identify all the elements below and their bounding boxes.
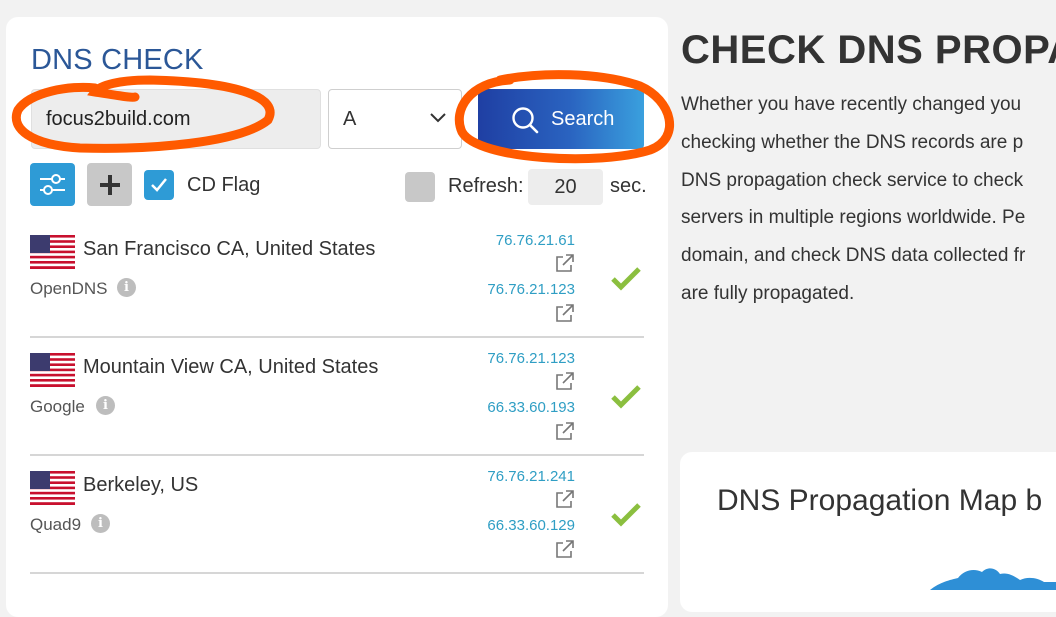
checkmark-icon [151,178,167,192]
sliders-icon [40,174,65,195]
location-name: Mountain View CA, United States [83,356,379,378]
us-flag-icon [30,235,75,269]
external-link-icon[interactable] [555,490,574,509]
ip-address-link[interactable]: 76.76.21.123 [487,350,575,367]
ip-address-link[interactable]: 76.76.21.61 [496,232,575,249]
article-line: Whether you have recently changed you [681,94,1022,115]
location-name: San Francisco CA, United States [83,238,376,260]
plus-icon [100,175,120,195]
panel-title: DNS CHECK [31,44,204,76]
search-button-label: Search [551,108,615,130]
refresh-label: Refresh: [448,175,524,197]
domain-input[interactable] [31,89,321,149]
check-icon [611,267,641,291]
external-link-icon[interactable] [555,540,574,559]
article-line: are fully propagated. [681,283,855,304]
article-heading: CHECK DNS PROPAG [681,28,1056,72]
article-line: DNS propagation check service to check [681,170,1024,191]
result-row: San Francisco CA, United States OpenDNS … [30,220,644,338]
refresh-interval-input[interactable]: 20 [528,169,603,205]
add-button[interactable] [87,163,132,206]
check-icon [611,385,641,409]
result-row: Mountain View CA, United States Google i… [30,338,644,456]
refresh-checkbox[interactable] [405,172,435,202]
seconds-label: sec. [610,175,647,197]
info-icon[interactable]: i [117,278,136,297]
row-divider [30,572,644,574]
record-type-select[interactable]: A [328,89,462,149]
ip-address-link[interactable]: 76.76.21.123 [487,281,575,298]
result-row: Berkeley, US Quad9 i 76.76.21.241 66.33.… [30,456,644,574]
search-button[interactable]: Search [478,89,644,149]
cd-flag-label: CD Flag [187,174,261,196]
external-link-icon[interactable] [555,372,574,391]
search-icon [512,107,539,134]
article-line: servers in multiple regions worldwide. P… [681,207,1026,228]
ip-address-link[interactable]: 76.76.21.241 [487,468,575,485]
us-flag-icon [30,471,75,505]
dns-check-panel: DNS CHECK A Search CD Flag [6,17,668,617]
external-link-icon[interactable] [555,254,574,273]
chevron-down-icon [430,113,446,123]
settings-button[interactable] [30,163,75,206]
info-icon[interactable]: i [91,514,110,533]
article-line: checking whether the DNS records are p [681,132,1024,153]
ip-address-link[interactable]: 66.33.60.193 [487,399,575,416]
provider-name: Quad9 [30,515,82,534]
us-flag-icon [30,353,75,387]
provider-name: Google [30,397,85,416]
external-link-icon[interactable] [555,304,574,323]
record-type-value: A [343,108,357,130]
cd-flag-checkbox[interactable] [144,170,174,200]
info-icon[interactable]: i [96,396,115,415]
check-icon [611,503,641,527]
external-link-icon[interactable] [555,422,574,441]
provider-name: OpenDNS [30,279,108,298]
article-line: domain, and check DNS data collected fr [681,245,1026,266]
ip-address-link[interactable]: 66.33.60.129 [487,517,575,534]
location-name: Berkeley, US [83,474,199,496]
map-title: DNS Propagation Map b [717,484,1043,517]
